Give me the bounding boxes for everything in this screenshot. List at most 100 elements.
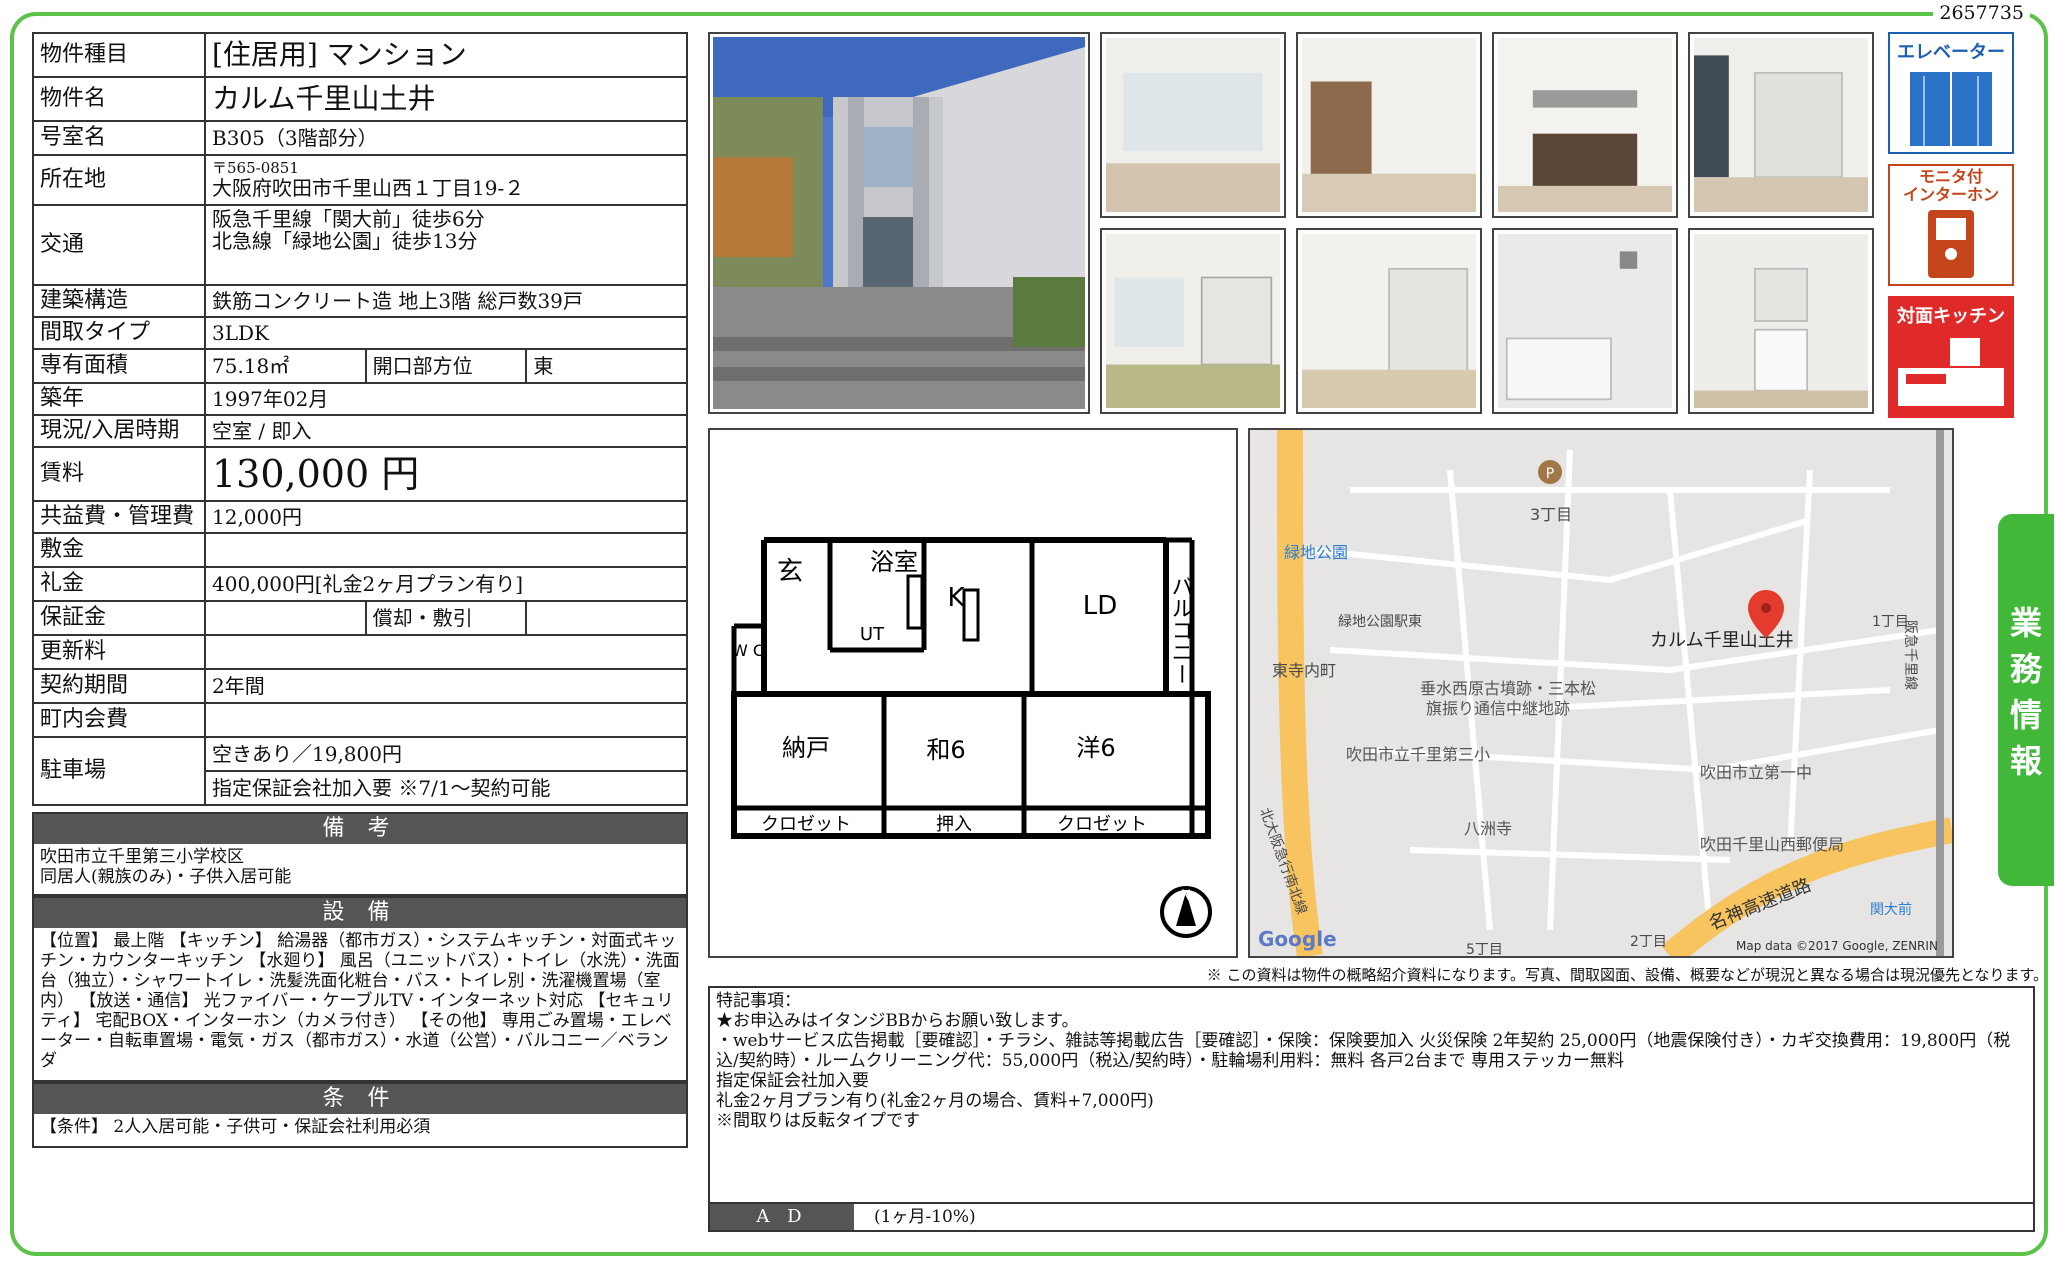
closet-image (1694, 38, 1868, 212)
structure-value: 鉄筋コンクリート造 地上3階 総戸数39戸 (204, 284, 688, 318)
interior-photo-7 (1492, 228, 1678, 414)
special-line-4: 礼金2ヶ月プラン有り(礼金2ヶ月の場合、賃料+7,000円) (716, 1091, 1154, 1112)
north-compass-icon: N (1160, 886, 1212, 938)
map-chome-5: 5丁目 (1466, 942, 1503, 956)
tab-char-4: 報 (2009, 742, 2042, 780)
kitchen-label: 対面キッチン (1897, 306, 2005, 327)
built-label: 築年 (32, 382, 206, 416)
interior-photo-8 (1688, 228, 1874, 414)
map-hassu: 八洲寺 (1464, 819, 1512, 838)
special-notes: 特記事項： ★お申込みはイタンジBBからお願い致します。 ・webサービス広告掲… (708, 986, 2035, 1232)
rent-label: 賃料 (32, 446, 206, 502)
direction-label: 開口部方位 (364, 348, 528, 384)
interior-photo-6 (1296, 228, 1482, 414)
plan-genkan: 玄 (777, 557, 803, 587)
north-label: N (1181, 888, 1191, 904)
special-notes-body: 特記事項： ★お申込みはイタンジBBからお願い致します。 ・webサービス広告掲… (710, 988, 2033, 1202)
conditions-section: 条 件 【条件】 2人入居可能・子供可・保証会社利用必須 (32, 1082, 688, 1148)
intercom-label: モニタ付 インターホン (1890, 168, 2012, 204)
map-chome-3: 3丁目 (1530, 505, 1572, 524)
access-line-1: 阪急千里線「関大前」徒歩6分 (212, 207, 485, 231)
plan-yo6: 洋6 (1076, 734, 1115, 762)
map-target-label: カルム千里山土井 (1650, 630, 1794, 651)
zip-code: 〒565-0851 (212, 159, 299, 178)
building-image (713, 37, 1085, 409)
western-room-image (1302, 234, 1476, 408)
town-fee-value (204, 702, 688, 738)
structure-label: 建築構造 (32, 284, 206, 318)
map-higashi: 東寺内町 (1272, 661, 1336, 680)
tab-char-2: 務 (2009, 650, 2042, 688)
special-title: 特記事項： (716, 991, 801, 1011)
plan-closet-1: クロゼット (761, 814, 851, 835)
intercom-icon (1928, 210, 1974, 278)
room-label: 号室名 (32, 120, 206, 156)
floor-plan: 玄 浴室 UT W C K LD バルコニー 納戸 和6 洋6 クロゼット 押入… (708, 428, 1238, 958)
common-fee-value: 12,000円 (204, 500, 688, 534)
map-kandai: 関大前 (1870, 901, 1912, 918)
remarks-body: 吹田市立千里第三小学校区 同居人(親族のみ)・子供入居可能 (34, 844, 686, 890)
plan-nando: 納戸 (782, 734, 830, 762)
japanese-room-image (1106, 234, 1280, 408)
tab-text: 業 務 情 報 (1998, 600, 2054, 784)
tab-char-3: 情 (2009, 696, 2042, 734)
deposit-value (204, 532, 688, 568)
access-label: 交通 (32, 204, 206, 286)
map-school-1: 吹田市立第一中 (1700, 763, 1812, 782)
built-value: 1997年02月 (204, 382, 688, 416)
living-room-image (1106, 38, 1280, 212)
interior-photo-3 (1492, 32, 1678, 218)
interior-photo-4 (1688, 32, 1874, 218)
map-school-3: 吹田市立千里第三小 (1346, 745, 1490, 764)
map-rail: 阪急千里線 (1902, 620, 1918, 690)
map-canvas: P 3丁目 緑地公園 緑地公園駅東 東寺内町 1丁目 カルム千里山土井 垂水西原… (1250, 430, 1952, 956)
amortization-value (525, 600, 688, 636)
deposit-label: 敷金 (32, 532, 206, 568)
contract-value: 2年間 (204, 668, 688, 704)
common-fee-label: 共益費・管理費 (32, 500, 206, 534)
remarks-line-2: 同居人(親族のみ)・子供入居可能 (40, 867, 292, 888)
facilities-section: 設 備 【位置】 最上階 【キッチン】 給湯器（都市ガス）・システムキッチン・対… (32, 896, 688, 1082)
guarantee-label: 保証金 (32, 600, 206, 636)
facilities-heading: 設 備 (34, 898, 686, 928)
ad-value: (1ヶ月-10%) (874, 1207, 976, 1227)
remarks-line-1: 吹田市立千里第三小学校区 (40, 847, 244, 867)
map-tarumi-2: 旗振り通信中継地跡 (1426, 699, 1570, 718)
elevator-badge: エレベーター (1888, 32, 2014, 154)
area-label: 専有面積 (32, 348, 206, 384)
location-map[interactable]: P 3丁目 緑地公園 緑地公園駅東 東寺内町 1丁目 カルム千里山土井 垂水西原… (1248, 428, 1954, 958)
intercom-badge: モニタ付 インターホン (1888, 164, 2014, 286)
property-table: 物件種目 [住居用] マンション 物件名 カルム千里山土井 号室名 B305（3… (32, 32, 688, 806)
remarks-section: 備 考 吹田市立千里第三小学校区 同居人(親族のみ)・子供入居可能 (32, 812, 688, 896)
renewal-label: 更新料 (32, 634, 206, 670)
address-value: 大阪府吹田市千里山西１丁目19-２ (212, 176, 525, 201)
exterior-photo (708, 32, 1090, 414)
address-label: 所在地 (32, 154, 206, 206)
interior-photo-5 (1100, 228, 1286, 414)
area-value: 75.18㎡ (204, 348, 367, 384)
map-tarumi-1: 垂水西原古墳跡・三本松 (1420, 679, 1596, 698)
town-fee-label: 町内会費 (32, 702, 206, 738)
status-value: 空室 / 即入 (204, 414, 688, 448)
plan-balcony: バルコニー (1168, 575, 1193, 685)
facilities-body: 【位置】 最上階 【キッチン】 給湯器（都市ガス）・システムキッチン・対面式キッ… (40, 931, 680, 1072)
plan-wc: W C (732, 641, 764, 660)
special-line-5: ※間取りは反転タイプです (716, 1111, 920, 1132)
parking-value-1: 空きあり／19,800円 (204, 736, 688, 772)
kitchen-icon (1898, 338, 2004, 406)
kitchen-badge: 対面キッチン (1888, 296, 2014, 418)
plan-ut: UT (860, 624, 885, 645)
tab-char-1: 業 (2009, 604, 2042, 642)
map-ryokuchi: 緑地公園 (1284, 543, 1348, 562)
special-line-2: ・webサービス広告掲載［要確認］・チラシ、雑誌等掲載広告［要確認］・保険：保険… (716, 1031, 2011, 1072)
kitchen-image (1498, 38, 1672, 212)
plan-closet-2: クロゼット (1057, 814, 1147, 835)
map-parking: P (1546, 466, 1554, 482)
document-id: 2657735 (1933, 2, 2030, 24)
floor-plan-drawing: 玄 浴室 UT W C K LD バルコニー 納戸 和6 洋6 クロゼット 押入… (731, 537, 1212, 938)
ad-label: A D (710, 1204, 854, 1230)
status-label: 現況/入居時期 (32, 414, 206, 448)
key-money-value: 400,000円[礼金2ヶ月プラン有り] (204, 566, 688, 602)
business-info-tab[interactable]: 業 務 情 報 (1998, 514, 2054, 886)
plan-wa6: 和6 (926, 736, 965, 764)
